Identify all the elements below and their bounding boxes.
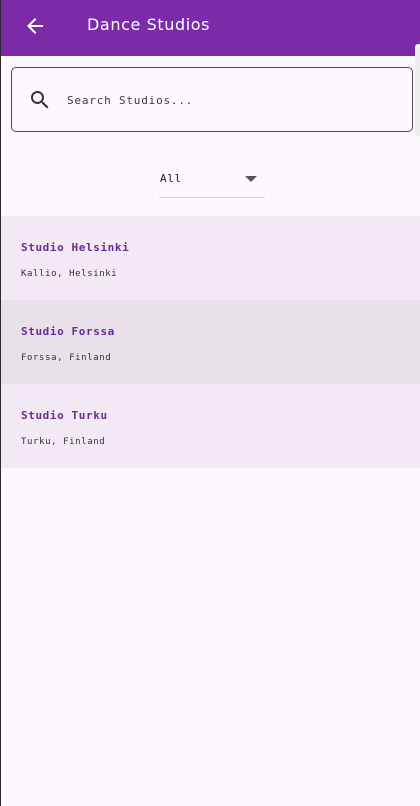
app-bar: Dance Studios <box>1 0 420 56</box>
filter-dropdown[interactable]: All <box>159 164 265 198</box>
studio-list-item[interactable]: Studio Helsinki Kallio, Helsinki <box>1 216 420 300</box>
studio-name: Studio Turku <box>21 409 108 422</box>
studio-location: Forssa, Finland <box>21 353 112 363</box>
scrollbar[interactable] <box>415 44 420 136</box>
studio-location: Kallio, Helsinki <box>21 269 118 279</box>
search-field[interactable] <box>11 67 413 132</box>
studio-name: Studio Forssa <box>21 325 115 338</box>
back-button[interactable] <box>21 12 49 40</box>
search-icon <box>31 91 49 109</box>
arrow-back-icon <box>27 18 43 34</box>
app-screen: Dance Studios All Studio Helsinki Kallio… <box>0 0 420 806</box>
studio-location: Turku, Finland <box>21 437 106 447</box>
studio-name: Studio Helsinki <box>21 241 130 254</box>
dropdown-arrow-icon <box>245 176 257 182</box>
page-title: Dance Studios <box>87 15 211 34</box>
studio-list: Studio Helsinki Kallio, Helsinki Studio … <box>1 216 420 468</box>
studio-list-item[interactable]: Studio Turku Turku, Finland <box>1 384 420 468</box>
filter-selected-value: All <box>160 172 182 185</box>
search-input[interactable] <box>67 86 397 114</box>
studio-list-item[interactable]: Studio Forssa Forssa, Finland <box>1 300 420 384</box>
